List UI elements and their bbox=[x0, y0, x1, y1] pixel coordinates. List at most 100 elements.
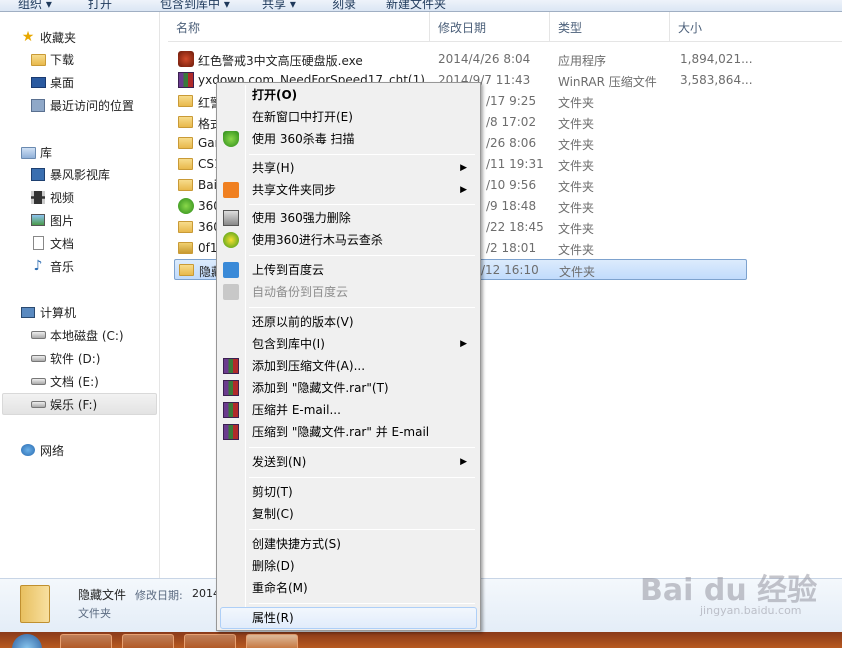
nav-baofeng-library[interactable]: 暴风影视库 bbox=[30, 163, 110, 185]
file-type: 文件夹 bbox=[558, 159, 595, 173]
menu-item-compress-rar-email[interactable]: 压缩到 "隐藏文件.rar" 并 E-mail bbox=[220, 421, 477, 443]
menu-item-create-shortcut[interactable]: 创建快捷方式(S) bbox=[220, 533, 477, 555]
menu-label: 创建快捷方式(S) bbox=[252, 537, 341, 551]
file-date: /12 16:10 bbox=[481, 263, 539, 277]
menu-item-share-sync[interactable]: 共享文件夹同步 ▶ bbox=[220, 179, 477, 201]
taskbar-app-qq[interactable] bbox=[184, 634, 236, 648]
menu-item-share[interactable]: 共享(H) ▶ bbox=[220, 157, 477, 179]
nav-downloads[interactable]: 下载 bbox=[30, 48, 74, 70]
nav-favorites[interactable]: ★ 收藏夹 bbox=[20, 26, 76, 48]
folder-icon bbox=[178, 93, 194, 109]
column-header-type[interactable]: 类型 bbox=[550, 12, 670, 42]
menu-item-open-new-window[interactable]: 在新窗口中打开(E) bbox=[220, 106, 477, 128]
menu-item-trojan-scan[interactable]: 使用360进行木马云查杀 bbox=[220, 229, 477, 251]
organize-button[interactable]: 组织 ▾ bbox=[18, 0, 52, 11]
nav-recent-places[interactable]: 最近访问的位置 bbox=[30, 94, 134, 116]
burn-button[interactable]: 刻录 bbox=[332, 0, 356, 11]
share-button[interactable]: 共享 ▾ bbox=[262, 0, 296, 11]
desktop-icon bbox=[30, 74, 46, 90]
file-type: 文件夹 bbox=[558, 243, 595, 257]
menu-item-include-library[interactable]: 包含到库中(I) ▶ bbox=[220, 333, 477, 355]
baidu-cloud-disabled-icon bbox=[223, 284, 239, 300]
file-date: /26 8:06 bbox=[486, 136, 537, 150]
system-drive-icon bbox=[30, 327, 46, 343]
open-button[interactable]: 打开 bbox=[88, 0, 112, 11]
details-name: 隐藏文件 bbox=[78, 588, 127, 602]
nav-label: 视频 bbox=[50, 190, 75, 205]
menu-label: 剪切(T) bbox=[252, 485, 293, 499]
menu-label: 压缩到 "隐藏文件.rar" 并 E-mail bbox=[252, 425, 430, 439]
taskbar-app-ie[interactable] bbox=[122, 634, 174, 648]
start-button[interactable] bbox=[12, 634, 42, 648]
nav-drive-d[interactable]: 软件 (D:) bbox=[30, 347, 100, 369]
nav-label: 软件 (D:) bbox=[50, 351, 101, 366]
menu-item-cut[interactable]: 剪切(T) bbox=[220, 481, 477, 503]
taskbar bbox=[0, 632, 842, 648]
menu-item-360-scan[interactable]: 使用 360杀毒 扫描 bbox=[220, 128, 477, 150]
menu-label: 打开(O) bbox=[252, 88, 298, 102]
menu-item-rename[interactable]: 重命名(M) bbox=[220, 577, 477, 599]
rar-icon bbox=[178, 72, 194, 88]
nav-label: 文档 (E:) bbox=[50, 374, 99, 389]
navigation-pane: ★ 收藏夹 下载 桌面 最近访问的位置 库 暴风影视库 视频 图片 文档 ♪ 音… bbox=[0, 12, 160, 578]
menu-separator bbox=[249, 477, 475, 478]
winrar-icon bbox=[223, 424, 239, 440]
new-folder-button[interactable]: 新建文件夹 bbox=[386, 0, 446, 11]
nav-videos[interactable]: 视频 bbox=[30, 186, 74, 208]
menu-label: 使用 360杀毒 扫描 bbox=[252, 132, 355, 146]
file-row[interactable]: 红色警戒3中文高压硬盘版.exe 2014/4/26 8:04 应用程序 1,8… bbox=[174, 49, 753, 70]
menu-item-restore-versions[interactable]: 还原以前的版本(V) bbox=[220, 311, 477, 333]
file-date: /10 9:56 bbox=[486, 178, 537, 192]
details-modified-label: 修改日期: bbox=[135, 589, 183, 602]
nav-label: 最近访问的位置 bbox=[50, 98, 135, 113]
menu-item-compress-email[interactable]: 压缩并 E-mail... bbox=[220, 399, 477, 421]
picture-icon bbox=[30, 212, 46, 228]
menu-item-send-to[interactable]: 发送到(N) ▶ bbox=[220, 451, 477, 473]
nav-drive-c[interactable]: 本地磁盘 (C:) bbox=[30, 324, 124, 346]
nav-desktop[interactable]: 桌面 bbox=[30, 71, 74, 93]
menu-item-auto-backup[interactable]: 自动备份到百度云 bbox=[220, 281, 477, 303]
nav-network[interactable]: 网络 bbox=[20, 439, 64, 461]
winrar-icon bbox=[223, 380, 239, 396]
menu-label: 使用360进行木马云查杀 bbox=[252, 233, 383, 247]
nav-label: 桌面 bbox=[50, 75, 75, 90]
menu-item-add-rar[interactable]: 添加到 "隐藏文件.rar"(T) bbox=[220, 377, 477, 399]
column-header-date[interactable]: 修改日期 bbox=[430, 12, 550, 42]
nav-libraries[interactable]: 库 bbox=[20, 141, 52, 163]
file-date: 2014/4/26 8:04 bbox=[438, 52, 531, 66]
nav-label: 暴风影视库 bbox=[50, 167, 111, 182]
nav-drive-e[interactable]: 文档 (E:) bbox=[30, 370, 99, 392]
menu-item-properties[interactable]: 属性(R) bbox=[220, 607, 477, 629]
menu-label: 重命名(M) bbox=[252, 581, 308, 595]
nav-documents[interactable]: 文档 bbox=[30, 232, 74, 254]
menu-label: 压缩并 E-mail... bbox=[252, 403, 341, 417]
sync-icon bbox=[223, 182, 239, 198]
menu-separator bbox=[249, 154, 475, 155]
nav-pictures[interactable]: 图片 bbox=[30, 209, 74, 231]
green-folder-icon bbox=[178, 198, 194, 214]
menu-item-upload-baidu[interactable]: 上传到百度云 bbox=[220, 259, 477, 281]
video-library-icon bbox=[30, 166, 46, 182]
file-type: WinRAR 压缩文件 bbox=[558, 75, 657, 89]
column-header-name[interactable]: 名称 bbox=[168, 12, 430, 42]
winrar-icon bbox=[223, 402, 239, 418]
menu-item-copy[interactable]: 复制(C) bbox=[220, 503, 477, 525]
menu-item-open[interactable]: 打开(O) bbox=[220, 84, 477, 106]
include-library-button[interactable]: 包含到库中 ▾ bbox=[160, 0, 230, 11]
taskbar-app-explorer[interactable] bbox=[246, 634, 298, 648]
nav-music[interactable]: ♪ 音乐 bbox=[30, 255, 74, 277]
menu-item-force-delete[interactable]: 使用 360强力删除 bbox=[220, 207, 477, 229]
file-type: 文件夹 bbox=[559, 265, 596, 279]
submenu-arrow-icon: ▶ bbox=[460, 185, 467, 195]
nav-drive-f[interactable]: 娱乐 (F:) bbox=[2, 393, 157, 415]
nav-computer[interactable]: 计算机 bbox=[20, 301, 76, 323]
submenu-arrow-icon: ▶ bbox=[460, 339, 467, 349]
menu-item-delete[interactable]: 删除(D) bbox=[220, 555, 477, 577]
taskbar-app-360[interactable] bbox=[60, 634, 112, 648]
film-icon bbox=[30, 189, 46, 205]
folder-icon bbox=[178, 219, 194, 235]
menu-item-add-archive[interactable]: 添加到压缩文件(A)... bbox=[220, 355, 477, 377]
drive-icon bbox=[30, 350, 46, 366]
column-header-size[interactable]: 大小 bbox=[670, 12, 770, 42]
file-size: 3,583,864... bbox=[680, 73, 753, 87]
